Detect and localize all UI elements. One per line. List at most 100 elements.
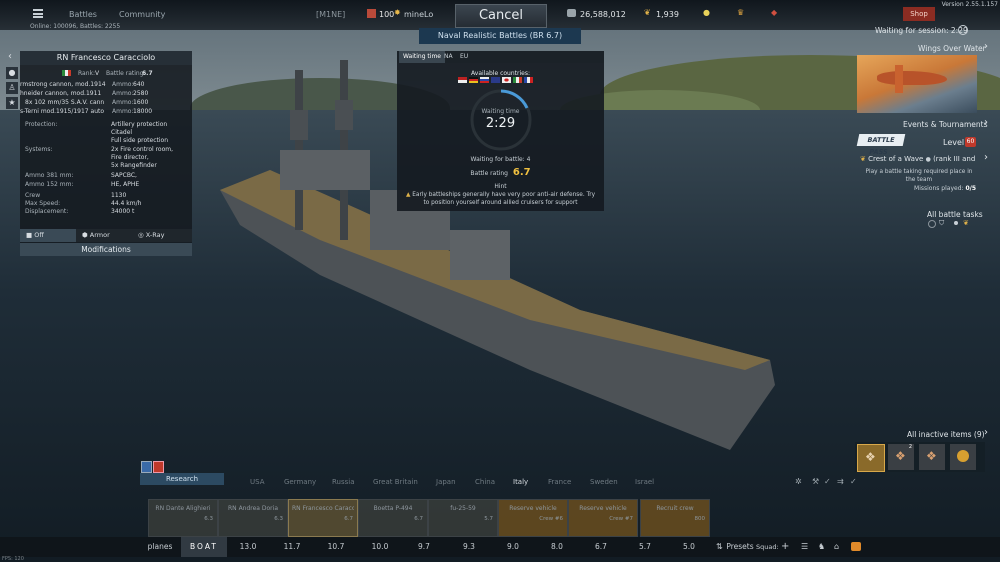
nation-tab-japan[interactable]: Japan — [436, 478, 456, 486]
research-button[interactable]: Research — [140, 473, 224, 485]
weapon-row: s-Terni mod.1915/1917 auto — [20, 108, 105, 115]
ammo-value: 640 — [133, 81, 145, 88]
event-banner[interactable] — [857, 55, 977, 113]
circle-icon[interactable] — [928, 220, 936, 228]
stat-value: Fire director, — [111, 154, 149, 161]
nav-battles[interactable]: Battles — [69, 10, 97, 19]
vehicle-card-name: Reserve vehicle — [509, 505, 557, 512]
stat-value: 1130 — [111, 192, 127, 199]
br-tab[interactable]: 13.0 — [228, 537, 268, 557]
vehicle-card[interactable]: fu-25-59 5.7 — [428, 499, 498, 537]
japan-flag-icon — [502, 77, 511, 83]
inactive-items[interactable]: All inactive items (9) — [907, 430, 985, 439]
check-icon[interactable]: ✓ — [850, 477, 857, 486]
br-tab-boat[interactable]: BOAT — [181, 537, 227, 557]
view-off-button[interactable]: ■ Off — [20, 229, 76, 242]
br-tab[interactable]: 5.0 — [669, 537, 709, 557]
chat-icon[interactable] — [851, 542, 861, 551]
hamburger-icon[interactable] — [33, 9, 43, 18]
br-tab[interactable]: 9.7 — [404, 537, 444, 557]
tab-waiting-time[interactable]: Waiting time — [399, 51, 445, 63]
nation-shield-icon[interactable] — [153, 461, 164, 473]
missions-value: 0/5 — [965, 185, 976, 192]
nation-tab-china[interactable]: China — [475, 478, 495, 486]
battle-rating-line: Battle rating 6.7 — [397, 167, 604, 178]
br-tab[interactable]: 9.3 — [449, 537, 489, 557]
lightbulb-icon[interactable]: ● — [703, 8, 710, 17]
br-tab[interactable]: 6.7 — [581, 537, 621, 557]
modifications-button[interactable]: Modifications — [20, 243, 192, 256]
double-check-icon[interactable]: ⇉ — [837, 477, 844, 486]
vehicle-card-crew: Crew #7 — [609, 516, 633, 522]
events-tournaments[interactable]: Events & Tournaments — [903, 120, 987, 129]
br-value: 6.7 — [142, 70, 153, 77]
player-level: 100 — [379, 10, 395, 19]
back-arrow-icon[interactable]: ‹ — [8, 50, 12, 64]
battle-task[interactable]: ❦ Crest of a Wave ● (rank III and — [860, 155, 980, 165]
list-icon[interactable]: ☰ — [801, 542, 808, 551]
nation-tab-usa[interactable]: USA — [250, 478, 265, 486]
friends-icon[interactable]: ♞ — [818, 542, 825, 551]
nation-shield-icon[interactable] — [141, 461, 152, 473]
shop-button[interactable]: Shop — [903, 7, 935, 21]
tab-eu[interactable]: EU — [456, 51, 472, 63]
eagle-icon: ❦ — [860, 155, 866, 163]
nation-tab-germany[interactable]: Germany — [284, 478, 316, 486]
coupon-icon[interactable]: ◆ — [771, 8, 777, 17]
wings-over-water-title[interactable]: Wings Over Water — [918, 44, 986, 53]
dot-icon[interactable] — [954, 221, 958, 225]
crew-icon[interactable]: ♙ — [6, 82, 18, 94]
nation-tab-great-britain[interactable]: Great Britain — [373, 478, 418, 486]
vehicle-card[interactable]: RN Andrea Doria 6.3 — [218, 499, 288, 537]
sort-icon[interactable]: ⇅ — [716, 542, 723, 551]
nation-tab-italy[interactable]: Italy — [513, 478, 528, 486]
reserve-vehicle-card[interactable]: Reserve vehicle Crew #6 — [498, 499, 568, 537]
eagle-icon[interactable]: ❦ — [963, 219, 969, 227]
all-battle-tasks[interactable]: All battle tasks — [927, 210, 983, 219]
gear-icon[interactable]: ✲ — [795, 477, 802, 486]
add-squad-icon[interactable]: + — [781, 541, 789, 552]
presets-button[interactable]: Presets — [726, 537, 754, 557]
recruit-crew-card[interactable]: Recruit crew 800 — [640, 499, 710, 537]
clan-icon[interactable]: ⌂ — [834, 542, 839, 551]
drop-icon[interactable]: ● — [6, 67, 18, 79]
region-tabs: Waiting time NA EU — [397, 51, 604, 63]
nation-tab-sweden[interactable]: Sweden — [590, 478, 618, 486]
waiting-session: Waiting for session: 2:29 — [875, 26, 968, 35]
favorite-icon[interactable]: ★ — [6, 97, 18, 109]
view-armor-button[interactable]: ⬢ Armor — [82, 229, 134, 242]
nation-tab-israel[interactable]: Israel — [635, 478, 654, 486]
player-avatar[interactable] — [367, 9, 376, 18]
battle-pass-badge[interactable]: BATTLE PASS — [856, 134, 906, 156]
chevron-right-icon[interactable]: › — [984, 152, 988, 163]
br-tab[interactable]: 11.7 — [272, 537, 312, 557]
view-xray-button[interactable]: ◎ X-Ray — [138, 229, 190, 242]
nation-tab-russia[interactable]: Russia — [332, 478, 355, 486]
br-tab[interactable]: 8.0 — [537, 537, 577, 557]
shield-icon[interactable]: ⛉ — [939, 219, 944, 228]
chevron-right-icon[interactable]: › — [984, 41, 988, 52]
player-name[interactable]: mineLo — [404, 10, 433, 19]
reserve-vehicle-card[interactable]: Reserve vehicle Crew #7 — [568, 499, 638, 537]
stat-value: 2x Fire control room, — [111, 146, 174, 153]
golden-eagles: 1,939 — [656, 10, 679, 19]
battle-rating-bar: planes BOAT 13.0 11.7 10.7 10.0 9.7 9.3 … — [0, 537, 1000, 557]
cancel-button[interactable]: Cancel — [455, 4, 547, 28]
nation-tab-france[interactable]: France — [548, 478, 571, 486]
vehicle-card[interactable]: Boetta P-494 6.7 — [358, 499, 428, 537]
nav-community[interactable]: Community — [119, 10, 165, 19]
vehicle-info-panel: ‹ RN Francesco Caracciolo Rank: V Battle… — [8, 51, 192, 256]
chevron-right-icon[interactable]: › — [984, 427, 988, 438]
tab-na[interactable]: NA — [440, 51, 457, 63]
br-tab-planes[interactable]: planes — [140, 537, 180, 557]
br-tab[interactable]: 9.0 — [493, 537, 533, 557]
br-tab[interactable]: 5.7 — [625, 537, 665, 557]
check-icon[interactable]: ✓ — [824, 477, 831, 486]
br-tab[interactable]: 10.7 — [316, 537, 356, 557]
trophy-icon[interactable]: ♛ — [737, 8, 744, 17]
vehicle-card[interactable]: RN Dante Alighieri 6.3 — [148, 499, 218, 537]
chevron-right-icon[interactable]: › — [984, 117, 988, 128]
br-tab[interactable]: 10.0 — [360, 537, 400, 557]
wrench-icon[interactable]: ⚒ — [812, 477, 819, 486]
vehicle-card-selected[interactable]: RN Francesco Caracciolo 6.7 — [288, 499, 358, 537]
